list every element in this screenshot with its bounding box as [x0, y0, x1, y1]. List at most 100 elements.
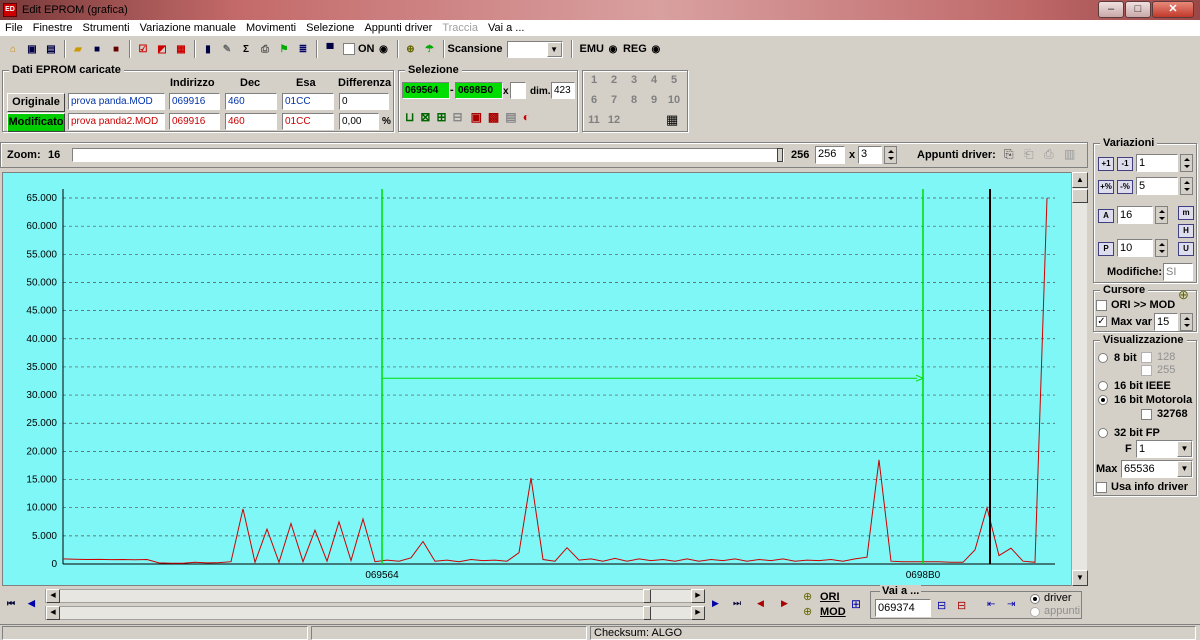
tools-icon[interactable]: ✎ — [218, 40, 236, 58]
menu-vai-a[interactable]: Vai a ... — [483, 22, 529, 34]
zoom-mult-field[interactable]: 3 — [858, 146, 882, 164]
lock-icon[interactable]: ⊕ — [402, 40, 420, 58]
variazione-field-4[interactable]: 10 — [1117, 239, 1153, 257]
clipboard-clear-icon[interactable]: ▥ — [1064, 147, 1075, 161]
selezione-start-field[interactable]: 069564 — [402, 82, 450, 99]
on-toggle-icon[interactable]: ◉ — [375, 40, 393, 58]
first-icon[interactable]: ⏮ — [7, 598, 15, 609]
zoom-field[interactable]: 256 — [815, 146, 845, 164]
check-icon[interactable]: ☑ — [134, 40, 152, 58]
variazione-field-2[interactable]: 5 — [1136, 177, 1178, 195]
set-value-icon[interactable]: A — [1098, 209, 1114, 223]
zoom-mult-spinner[interactable] — [884, 146, 897, 164]
next-red-icon[interactable]: ▶ — [781, 598, 788, 609]
scroll-down-button[interactable]: ▼ — [1072, 570, 1088, 586]
max-select-arrow[interactable]: ▼ — [1177, 461, 1192, 477]
usa-info-driver-checkbox[interactable] — [1096, 482, 1107, 493]
num-4[interactable]: 4 — [644, 74, 664, 86]
variazione-spinner-4[interactable] — [1155, 239, 1168, 257]
sel-paste-icon[interactable]: ▩ — [488, 110, 499, 124]
chart-area[interactable]: 65.000 60.000 55.000 50.000 45.000 40.000 35.0… — [2, 172, 1087, 586]
ori-mod-checkbox[interactable] — [1096, 300, 1107, 311]
menu-variazione-manuale[interactable]: Variazione manuale — [135, 22, 241, 34]
radio-16bit-motorola[interactable] — [1098, 395, 1108, 405]
variazione-field-3[interactable]: 16 — [1117, 206, 1153, 224]
max-var-spinner[interactable] — [1180, 313, 1193, 331]
menu-file[interactable]: File — [0, 22, 28, 34]
increment-icon[interactable]: +1 — [1098, 157, 1114, 171]
modificato-esa-field[interactable]: 01CC — [282, 113, 334, 130]
decrement-icon[interactable]: -1 — [1117, 157, 1133, 171]
driver-radio[interactable] — [1030, 594, 1040, 604]
radio-32bit-fp[interactable] — [1098, 428, 1108, 438]
vai-a-field[interactable]: 069374 — [875, 599, 931, 617]
originale-file-field[interactable]: prova panda.MOD — [68, 93, 165, 110]
add-percent-icon[interactable]: +% — [1098, 180, 1114, 194]
goto-icon[interactable]: ⊟ — [937, 599, 946, 612]
radio-16bit-ieee[interactable] — [1098, 381, 1108, 391]
originale-button[interactable]: Originale — [7, 93, 65, 112]
lock-cursor-icon[interactable]: ⊕ — [1178, 287, 1189, 303]
checkbox-255[interactable] — [1141, 365, 1152, 376]
window-icon[interactable]: ▀ — [321, 40, 339, 58]
sel-end-icon[interactable]: ⊟ — [453, 110, 463, 124]
compare-icon[interactable]: ◩ — [153, 40, 171, 58]
originale-dec-field[interactable]: 460 — [225, 93, 277, 110]
goto-red-icon[interactable]: ⊟ — [957, 599, 966, 612]
u-icon[interactable]: U — [1178, 242, 1194, 256]
m-icon[interactable]: m — [1178, 206, 1194, 220]
variazione-spinner-3[interactable] — [1155, 206, 1168, 224]
close-button[interactable]: ✕ — [1152, 1, 1194, 18]
modificato-indirizzo-field[interactable]: 069916 — [169, 113, 220, 130]
horizontal-scrollbar-bottom[interactable]: ◀ ▶ — [45, 606, 705, 620]
num-6[interactable]: 6 — [584, 94, 604, 106]
hscroll-bottom-thumb[interactable] — [643, 606, 651, 620]
clipboard-merge-icon[interactable]: ⎙ — [1044, 147, 1054, 162]
ori-icon[interactable]: ⊕ — [803, 590, 812, 603]
windows-icon[interactable]: ▣ — [23, 40, 41, 58]
p-icon[interactable]: P — [1098, 242, 1114, 256]
max-var-checkbox[interactable]: ✓ — [1096, 316, 1107, 327]
mod-icon[interactable]: ⊕ — [803, 605, 812, 618]
prev-icon[interactable]: ◀ — [28, 598, 35, 609]
mod-label[interactable]: MOD — [820, 606, 846, 618]
variazione-field-1[interactable]: 1 — [1136, 154, 1178, 172]
next-icon[interactable]: ▶ — [712, 598, 719, 609]
clipboard-paste-icon[interactable]: ⎗ — [1024, 147, 1034, 162]
menu-selezione[interactable]: Selezione — [301, 22, 359, 34]
hscroll-top-thumb[interactable] — [643, 589, 651, 603]
dim-field[interactable]: 423 — [551, 82, 575, 99]
originale-indirizzo-field[interactable]: 069916 — [169, 93, 220, 110]
on-checkbox[interactable] — [343, 43, 355, 55]
menu-strumenti[interactable]: Strumenti — [77, 22, 134, 34]
ori-label[interactable]: ORI — [820, 591, 840, 603]
num-7[interactable]: 7 — [604, 94, 624, 106]
sel-reset-icon[interactable]: ◐ — [523, 110, 530, 124]
checkbox-32768[interactable] — [1141, 409, 1152, 420]
line-chart[interactable]: 65.000 60.000 55.000 50.000 45.000 40.000 35.0… — [3, 173, 1071, 585]
num-3[interactable]: 3 — [624, 74, 644, 86]
save-as-icon[interactable]: ■ — [107, 40, 125, 58]
sel-clip-icon[interactable]: ▤ — [505, 110, 516, 124]
zoom-slider[interactable] — [72, 148, 784, 162]
table-icon[interactable]: ▦ — [172, 40, 190, 58]
num-9[interactable]: 9 — [644, 94, 664, 106]
prev-red-icon[interactable]: ◀ — [757, 598, 764, 609]
marker-left-icon[interactable]: ⇤ — [987, 599, 995, 610]
selezione-end-field[interactable]: 0698B0 — [455, 82, 503, 99]
modificato-differenza-field[interactable]: 0,00 — [339, 113, 379, 130]
marker-right-icon[interactable]: ⇥ — [1007, 599, 1015, 610]
num-1[interactable]: 1 — [584, 74, 604, 86]
num-5[interactable]: 5 — [664, 74, 684, 86]
num-8[interactable]: 8 — [624, 94, 644, 106]
variazione-spinner-1[interactable] — [1180, 154, 1193, 172]
sum-icon[interactable]: Σ — [237, 40, 255, 58]
chart-icon[interactable]: ≣ — [294, 40, 312, 58]
f-select-arrow[interactable]: ▼ — [1177, 441, 1192, 457]
maximize-button[interactable]: □ — [1125, 1, 1151, 18]
selezione-x-field[interactable] — [510, 82, 526, 99]
home-icon[interactable]: ⌂ — [4, 40, 22, 58]
menu-movimenti[interactable]: Movimenti — [241, 22, 301, 34]
menu-appunti-driver[interactable]: Appunti driver — [359, 22, 437, 34]
num-11[interactable]: 11 — [584, 114, 604, 126]
